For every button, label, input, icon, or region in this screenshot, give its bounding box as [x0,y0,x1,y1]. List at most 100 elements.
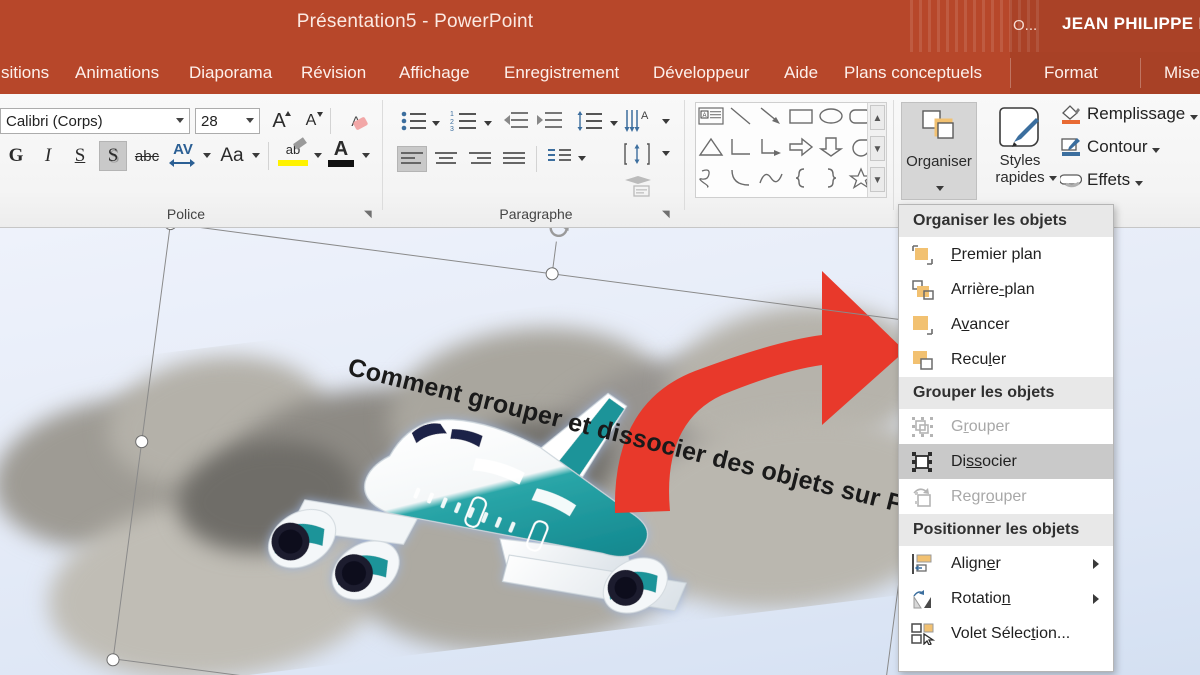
shape-arrow-line-icon[interactable] [758,105,788,134]
menu-item-rotation[interactable]: Rotation [899,581,1113,616]
menu-item-dissocier[interactable]: Dissocier [899,444,1113,479]
menu-item-volet-selection[interactable]: Volet Sélection... [899,616,1113,651]
tab-animations[interactable]: Animations [66,52,168,94]
convert-to-smartart-button[interactable] [624,174,654,203]
menu-header-organiser: Organiser les objets [899,205,1113,237]
shapes-gallery[interactable]: A ▲ ▼ ▼ [695,102,887,198]
organiser-label: Organiser [906,153,972,170]
gallery-scroll-down-button[interactable]: ▼ [870,136,885,161]
menu-item-arriere-plan[interactable]: Arrière-plan [899,272,1113,307]
shapes-gallery-scrollbar[interactable]: ▲ ▼ ▼ [867,103,886,197]
organiser-button[interactable]: Organiser [901,102,977,200]
line-spacing-button[interactable] [576,110,604,137]
gallery-more-button[interactable]: ▼ [870,167,885,192]
align-text-button[interactable] [624,142,656,171]
shape-left-brace-icon[interactable] [788,167,818,196]
font-dialog-launcher[interactable]: ◥ [364,209,375,220]
chevron-down-icon[interactable] [1049,176,1057,181]
text-highlight-button[interactable]: ab [278,137,308,160]
decrease-font-size-button[interactable]: A [298,108,324,134]
shape-arc-icon[interactable] [728,167,758,196]
paragraph-divider [536,146,537,172]
shape-rectangle-icon[interactable] [788,105,818,134]
tab-developpeur[interactable]: Développeur [644,52,758,94]
chevron-down-icon[interactable] [1135,180,1144,186]
chevron-down-icon[interactable] [203,153,211,158]
character-spacing-button[interactable]: AV [167,139,199,159]
shape-elbow-arrow-connector-icon[interactable] [758,136,788,165]
increase-indent-button[interactable] [536,110,564,137]
increase-font-size-button[interactable]: A [266,108,292,134]
shape-scribble-icon[interactable] [698,167,728,196]
columns-button[interactable] [548,148,572,173]
bold-button[interactable]: G [3,142,29,170]
tab-revision[interactable]: Révision [292,52,375,94]
text-direction-button[interactable]: A [624,108,656,139]
styles-rapides-button[interactable]: Styles rapides [986,102,1057,200]
tab-aide[interactable]: Aide [775,52,827,94]
chevron-down-icon[interactable] [314,153,322,158]
contour-button[interactable]: Contour [1060,137,1161,157]
tab-affichage[interactable]: Affichage [390,52,479,94]
tab-enregistrement[interactable]: Enregistrement [495,52,628,94]
justify-button[interactable] [499,146,529,172]
gallery-scroll-up-button[interactable]: ▲ [870,105,885,130]
font-name-combo[interactable]: Calibri (Corps) [0,108,190,134]
menu-item-reculer[interactable]: Reculer [899,342,1113,377]
menu-item-aligner[interactable]: Aligner [899,546,1113,581]
chevron-down-icon[interactable] [1152,147,1161,153]
chevron-down-icon[interactable] [578,156,586,161]
paragraph-dialog-launcher[interactable]: ◥ [662,209,673,220]
rotate-icon [911,588,935,610]
text-shadow-button[interactable]: S [99,141,127,171]
tab-format[interactable]: Format [1035,52,1107,94]
shape-right-brace-icon[interactable] [818,167,848,196]
chevron-down-icon[interactable] [610,121,618,126]
spacing-arrows-icon [169,158,195,167]
menu-item-avancer[interactable]: Avancer [899,307,1113,342]
chevron-down-icon[interactable] [662,151,670,156]
align-right-button[interactable] [465,146,495,172]
tab-plans-conceptuels[interactable]: Plans conceptuels [835,52,991,94]
organiser-dropdown-menu[interactable]: Organiser les objets Premier plan Arrièr… [898,204,1114,672]
chevron-down-icon[interactable] [252,153,260,158]
shape-right-arrow-icon[interactable] [788,136,818,165]
underline-button[interactable]: S [67,142,93,170]
clear-formatting-button[interactable]: A [340,107,372,135]
shape-down-arrow-icon[interactable] [818,136,848,165]
menu-item-regrouper[interactable]: Regrouper [899,479,1113,514]
align-center-button[interactable] [431,146,461,172]
align-left-button[interactable] [397,146,427,172]
shape-ellipse-icon[interactable] [818,105,848,134]
chevron-down-icon[interactable] [936,186,944,191]
chevron-down-icon[interactable] [1190,114,1199,120]
shape-textbox-icon[interactable]: A [698,105,728,134]
shape-line-icon[interactable] [728,105,758,134]
menu-item-grouper[interactable]: Grouper [899,409,1113,444]
italic-button[interactable]: I [35,142,61,170]
tab-mise-en-page[interactable]: Mise [1155,52,1200,94]
chevron-down-icon[interactable] [432,121,440,126]
numbering-button[interactable]: 1 2 3 [450,110,478,137]
chevron-down-icon[interactable] [362,153,370,158]
tab-transitions[interactable]: sitions [0,52,58,94]
font-color-button[interactable]: A [328,137,354,161]
font-size-combo[interactable]: 28 [195,108,260,134]
shape-elbow-connector-icon[interactable] [728,136,758,165]
shape-wave-icon[interactable] [758,167,788,196]
decrease-indent-button[interactable] [502,110,530,137]
tab-diaporama[interactable]: Diaporama [180,52,281,94]
account-overflow-label[interactable]: O... [1013,17,1037,34]
account-name[interactable]: JEAN PHILIPPE P [1062,14,1200,34]
chevron-down-icon[interactable] [484,121,492,126]
selection-handle-bottom-left[interactable] [105,652,121,668]
chevron-down-icon[interactable] [662,119,670,124]
bullets-button[interactable] [400,110,428,137]
shape-triangle-icon[interactable] [698,136,728,165]
remplissage-button[interactable]: Remplissage [1060,104,1199,124]
strikethrough-button[interactable]: abc [131,142,163,170]
menu-item-premier-plan[interactable]: Premier plan [899,237,1113,272]
effets-button[interactable]: Effets [1060,170,1144,190]
rotation-handle[interactable] [541,228,577,246]
change-case-button[interactable]: Aa [215,142,249,170]
